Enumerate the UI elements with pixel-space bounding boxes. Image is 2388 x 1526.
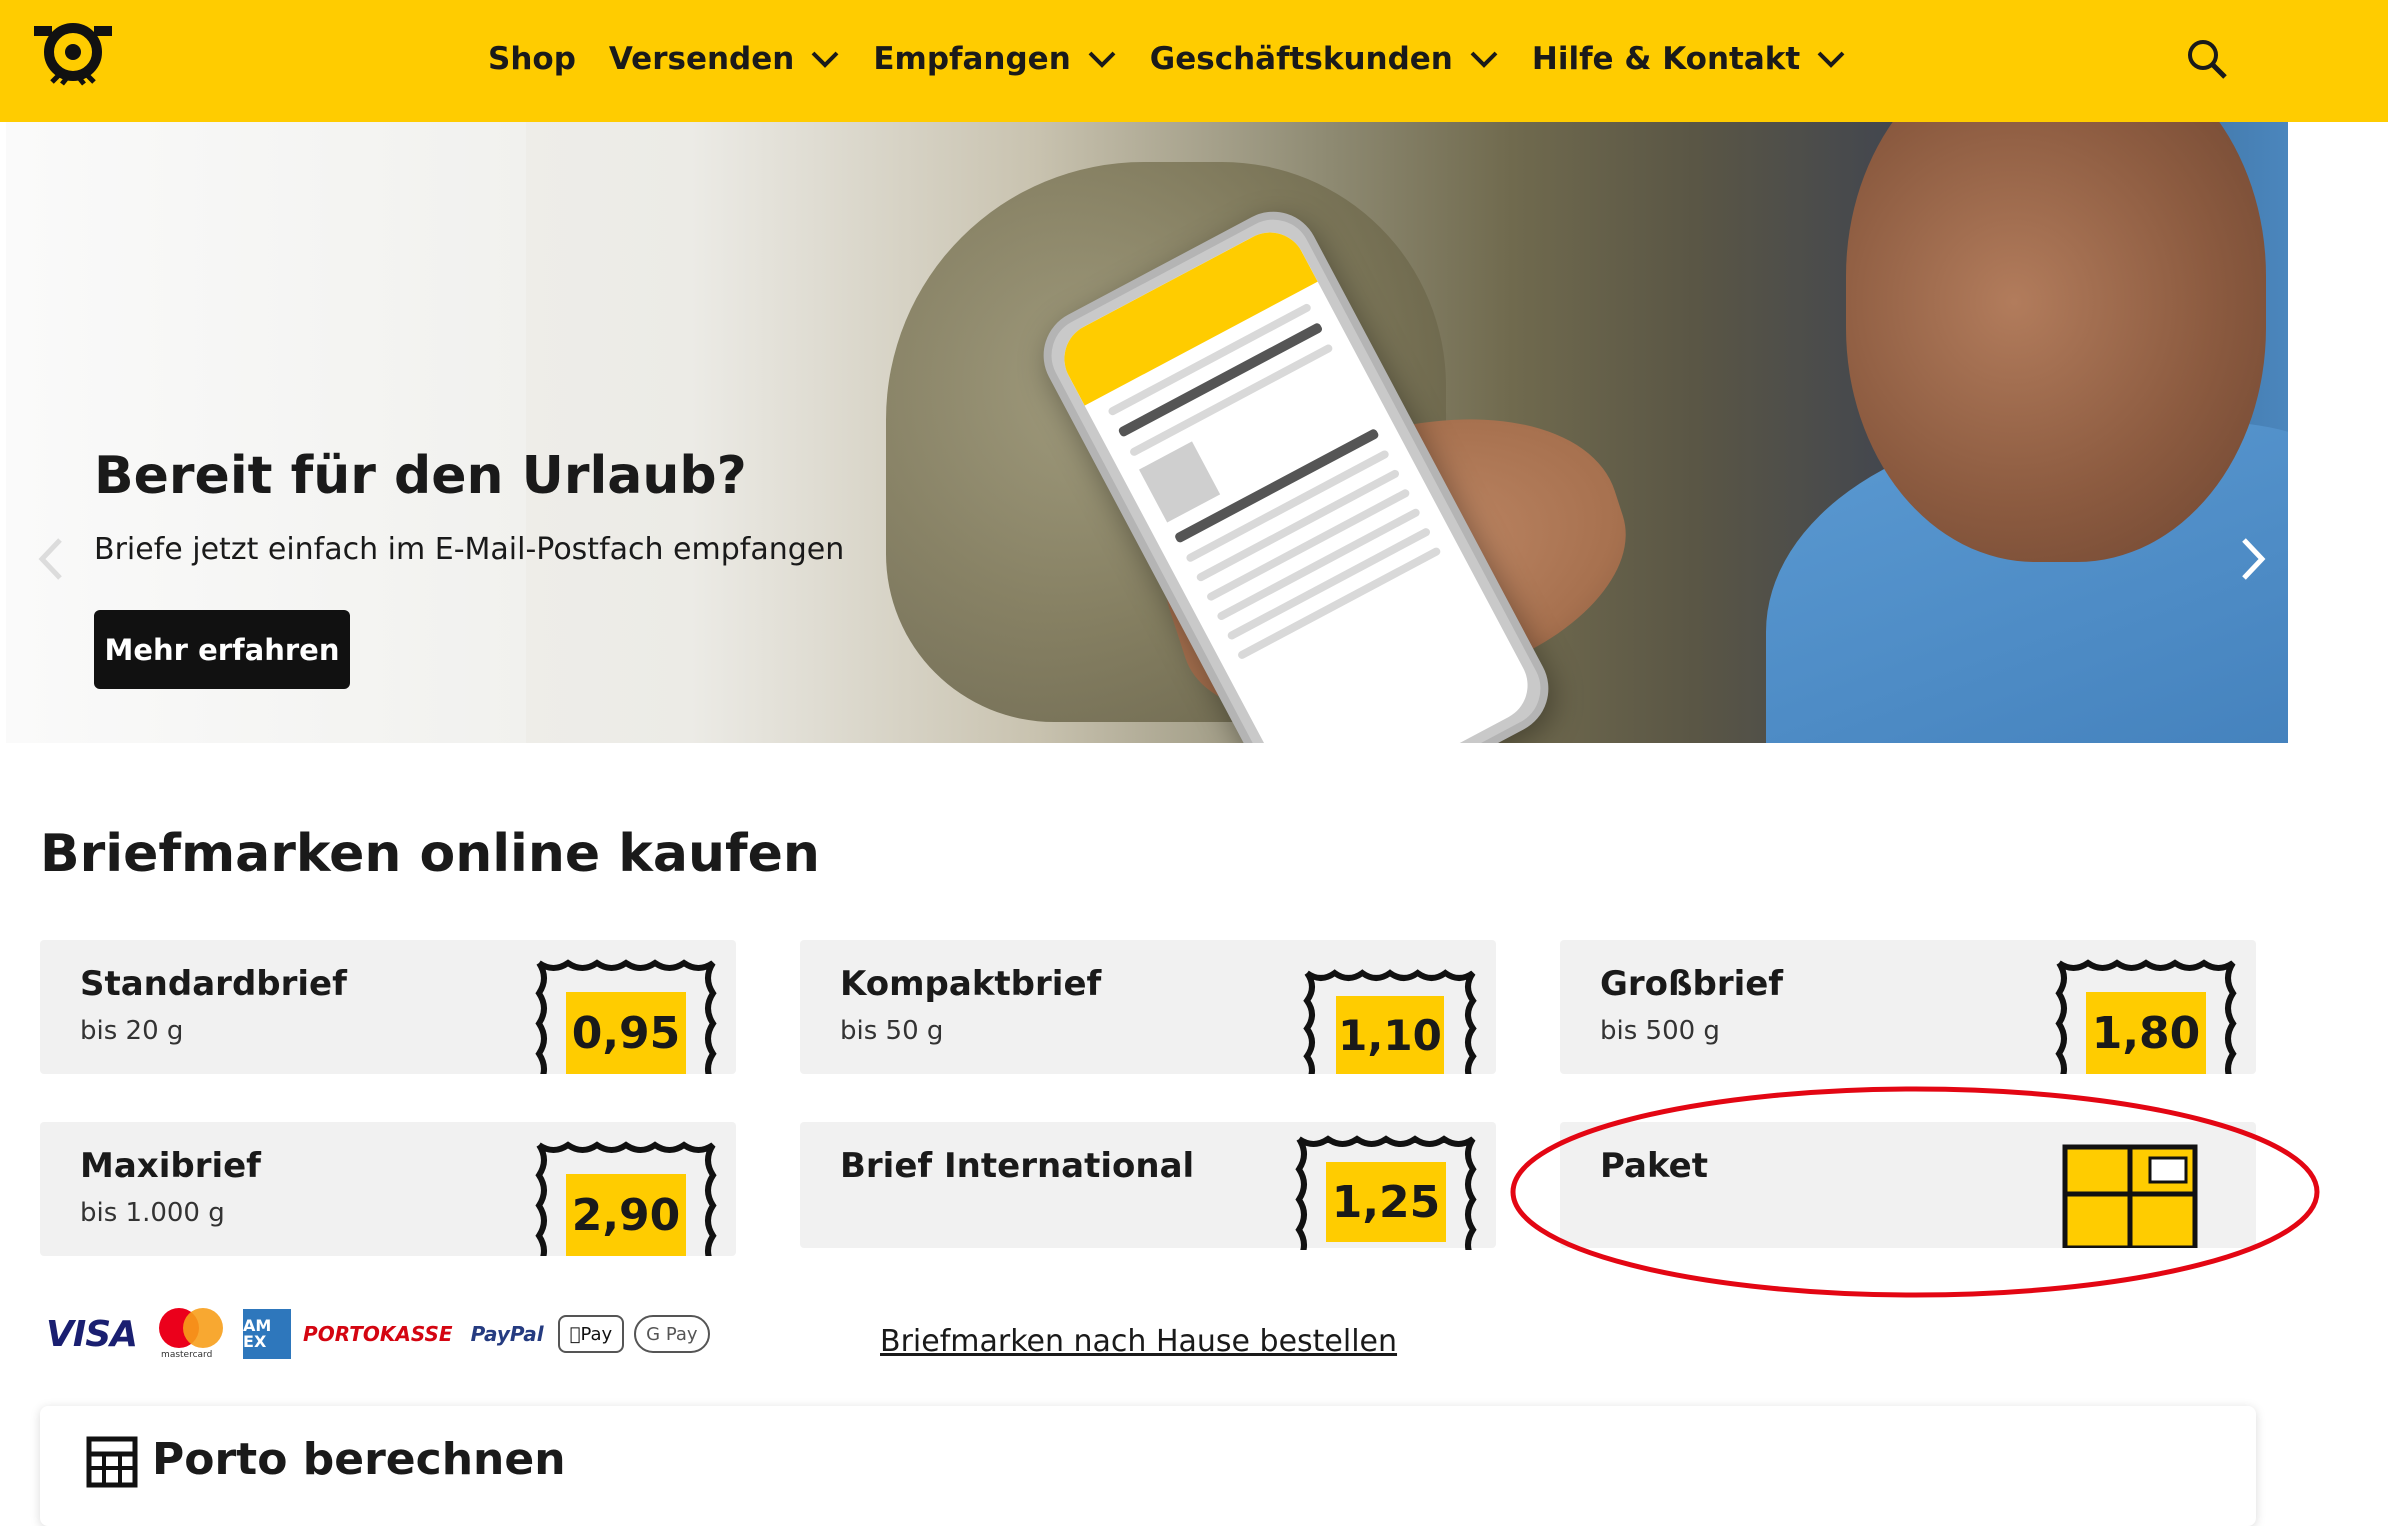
product-card-grossbrief[interactable]: Großbrief bis 500 g 1,80 — [1560, 940, 2256, 1074]
product-price: 2,90 — [566, 1174, 686, 1256]
stamp-icon: 1,25 — [1294, 1134, 1478, 1250]
product-name: Standardbrief — [80, 964, 347, 1004]
product-name: Paket — [1600, 1146, 1708, 1186]
product-price: 0,95 — [566, 992, 686, 1074]
nav-label: Hilfe & Kontakt — [1531, 41, 1801, 77]
mastercard-logo: mastercard — [159, 1306, 225, 1362]
hero-carousel: Bereit für den Urlaub? Briefe jetzt einf… — [6, 122, 2288, 743]
nav-label: Geschäftskunden — [1149, 41, 1453, 77]
product-name: Maxibrief — [80, 1146, 261, 1186]
nav-shop[interactable]: Shop — [488, 41, 576, 77]
chevron-down-icon — [1088, 51, 1116, 68]
carousel-next-icon[interactable] — [2238, 534, 2268, 584]
product-weight: bis 500 g — [1600, 1016, 1720, 1046]
google-pay-logo: G Pay — [634, 1315, 710, 1353]
nav-versenden[interactable]: Versenden — [609, 41, 840, 77]
mehr-erfahren-button[interactable]: Mehr erfahren — [94, 610, 350, 689]
site-header: Shop Versenden Empfangen Geschäftskunden… — [0, 0, 2388, 122]
chevron-down-icon — [811, 51, 839, 68]
nav-empfangen[interactable]: Empfangen — [873, 41, 1116, 77]
parcel-icon — [2062, 1144, 2198, 1248]
chevron-down-icon — [1470, 51, 1498, 68]
porto-berechnen-title: Porto berechnen — [152, 1434, 566, 1485]
visa-logo: VISA — [46, 1313, 138, 1355]
nav-label: Empfangen — [873, 41, 1071, 77]
search-icon[interactable] — [2186, 38, 2228, 80]
product-name: Großbrief — [1600, 964, 1784, 1004]
stamp-icon: 0,95 — [534, 958, 718, 1074]
stamp-icon: 1,10 — [1302, 968, 1478, 1084]
nav-label: Versenden — [608, 41, 795, 77]
section-title-briefmarken: Briefmarken online kaufen — [40, 824, 820, 884]
product-weight: bis 1.000 g — [80, 1198, 225, 1228]
post-horn-icon[interactable] — [30, 22, 116, 90]
carousel-previous-icon[interactable] — [36, 534, 66, 584]
briefmarken-nach-hause-link[interactable]: Briefmarken nach Hause bestellen — [880, 1324, 1397, 1359]
hero-background-person-head — [1846, 122, 2266, 562]
apple-pay-logo: Pay — [557, 1315, 625, 1353]
portokasse-logo: PORTOKASSE — [303, 1322, 453, 1346]
nav-hilfe-kontakt[interactable]: Hilfe & Kontakt — [1532, 41, 1846, 77]
product-price: 1,80 — [2086, 992, 2206, 1074]
paypal-logo: PayPal — [470, 1322, 544, 1346]
product-card-brief-international[interactable]: Brief International 1,25 — [800, 1122, 1496, 1250]
calculator-icon — [86, 1436, 138, 1488]
hero-subtitle: Briefe jetzt einfach im E-Mail-Postfach … — [94, 532, 845, 567]
chevron-down-icon — [1817, 51, 1845, 68]
product-price: 1,25 — [1326, 1162, 1446, 1242]
product-name: Kompaktbrief — [840, 964, 1102, 1004]
product-price: 1,10 — [1336, 996, 1444, 1074]
product-weight: bis 50 g — [840, 1016, 944, 1046]
product-card-paket[interactable]: Paket — [1560, 1122, 2256, 1248]
product-card-maxibrief[interactable]: Maxibrief bis 1.000 g 2,90 — [40, 1122, 736, 1256]
porto-berechnen-card[interactable]: Porto berechnen — [40, 1406, 2256, 1526]
stamp-icon: 2,90 — [534, 1140, 718, 1256]
stamp-icon: 1,80 — [2054, 958, 2238, 1074]
product-weight: bis 20 g — [80, 1016, 184, 1046]
hero-title: Bereit für den Urlaub? — [94, 446, 747, 506]
nav-geschaeftskunden[interactable]: Geschäftskunden — [1150, 41, 1499, 77]
nav-label: Shop — [488, 41, 576, 77]
product-card-kompaktbrief[interactable]: Kompaktbrief bis 50 g 1,10 — [800, 940, 1496, 1074]
amex-logo: AM EX — [243, 1309, 292, 1359]
product-name: Brief International — [840, 1146, 1195, 1186]
payment-methods: VISA mastercard AM EX PORTOKASSE PayPal … — [46, 1306, 720, 1362]
product-card-standardbrief[interactable]: Standardbrief bis 20 g 0,95 — [40, 940, 736, 1074]
main-navigation: Shop Versenden Empfangen Geschäftskunden… — [488, 0, 1879, 118]
